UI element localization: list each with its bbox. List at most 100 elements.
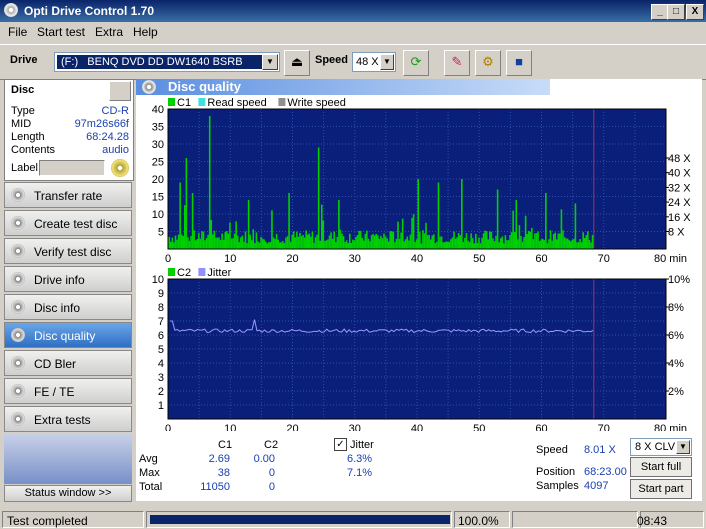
progress-bar: [146, 511, 452, 528]
maximize-button[interactable]: □: [667, 4, 685, 20]
close-button[interactable]: X: [686, 4, 704, 20]
samples-value: 4097: [584, 480, 609, 492]
nav-item-label: Verify test disc: [34, 245, 112, 259]
stats-avg-c1: 2.69: [208, 453, 230, 465]
legend-swatch: [198, 98, 206, 106]
title-bar: Opti Drive Control 1.70 _ □ X: [0, 0, 706, 22]
x-tick-label: 60: [535, 423, 547, 431]
y-tick-label: 20: [152, 174, 164, 186]
nav-item-label: Create test disc: [34, 217, 118, 231]
stats-c2-header: C2: [264, 439, 279, 451]
stats-avg-jitter: 6.3%: [347, 453, 373, 465]
y-tick-label: 10: [152, 274, 164, 286]
y-tick-label: 6: [158, 330, 164, 342]
stats-max-jitter: 7.1%: [347, 467, 373, 479]
nav-item-disc-info[interactable]: Disc info: [4, 294, 132, 320]
eraser-icon: ✎: [451, 54, 463, 69]
clv-select[interactable]: 8 X CLV ▼: [630, 438, 692, 456]
nav-item-create-test-disc[interactable]: Create test disc: [4, 210, 132, 236]
settings-button[interactable]: ⚙: [475, 50, 501, 76]
nav-item-extra-tests[interactable]: Extra tests: [4, 406, 132, 432]
nav-item-cd-bler[interactable]: CD Bler: [4, 350, 132, 376]
toolbar: Drive (F:) BENQ DVD DD DW1640 BSRB ▼ ⏏ S…: [0, 44, 706, 80]
y2-tick-label: 6%: [668, 330, 684, 342]
status-bar: Test completed 100.0% 08:43: [0, 510, 706, 529]
elapsed-time: 08:43: [636, 514, 667, 528]
menu-help[interactable]: Help: [133, 25, 158, 39]
y2-tick-label: 10%: [668, 274, 690, 286]
speed-label: Speed: [315, 54, 349, 66]
save-button[interactable]: ■: [506, 50, 532, 76]
legend-label: Write speed: [287, 97, 346, 109]
jitter-label: Jitter: [350, 439, 374, 451]
disc-quality-icon: [142, 80, 156, 94]
save-icon: ■: [515, 54, 523, 69]
status-window-button[interactable]: Status window >>: [4, 485, 132, 502]
nav-item-label: Transfer rate: [34, 189, 103, 203]
x-tick-label: 0: [165, 253, 171, 265]
panel-title: Disc quality: [168, 79, 241, 94]
nav-item-drive-info[interactable]: Drive info: [4, 266, 132, 292]
position-label: Position: [536, 466, 576, 478]
disc-info-panel: Disc Type CD-R MID 97m26s66f Length 68:2…: [4, 79, 134, 181]
disc-label-key: Label: [11, 162, 38, 174]
y-tick-label: 2: [158, 386, 164, 398]
disc-mid-value: 97m26s66f: [74, 118, 129, 130]
chevron-down-icon[interactable]: ▼: [380, 54, 394, 70]
speed-select[interactable]: 48 X ▼: [352, 52, 396, 72]
status-text-box: Test completed: [2, 511, 144, 528]
x-tick-label: 70: [598, 423, 610, 431]
y-tick-label: 7: [158, 316, 164, 328]
disc-label-icon[interactable]: [111, 159, 129, 177]
y2-tick-label: 8%: [668, 302, 684, 314]
disc-label-input[interactable]: [39, 160, 105, 176]
start-full-button[interactable]: Start full: [630, 457, 692, 477]
menu-start-test[interactable]: Start test: [37, 25, 85, 39]
chevron-down-icon[interactable]: ▼: [676, 440, 690, 454]
jitter-checkbox[interactable]: ✓: [334, 438, 347, 451]
legend-label: C1: [177, 97, 191, 109]
eject-button[interactable]: ⏏: [284, 50, 310, 76]
x-tick-label: 40: [411, 253, 423, 265]
nav-item-disc-quality[interactable]: Disc quality: [4, 322, 132, 348]
y2-tick-label: 8 X: [668, 227, 685, 239]
disc-contents-value: audio: [102, 144, 129, 156]
y-tick-label: 5: [158, 227, 164, 239]
nav-item-label: Disc quality: [34, 329, 96, 343]
x-tick-label: 30: [349, 253, 361, 265]
menu-file[interactable]: File: [8, 25, 27, 39]
stats-total-label: Total: [139, 481, 163, 493]
erase-button[interactable]: ✎: [444, 50, 470, 76]
status-text: Test completed: [7, 514, 88, 528]
nav-item-label: FE / TE: [34, 385, 75, 399]
y2-tick-label: 48 X: [668, 153, 691, 165]
drive-select[interactable]: (F:) BENQ DVD DD DW1640 BSRB ▼: [54, 52, 280, 72]
y-tick-label: 5: [158, 344, 164, 356]
y-tick-label: 40: [152, 104, 164, 116]
disc-type-key: Type: [11, 105, 35, 117]
stats-max-c1: 38: [217, 467, 230, 479]
x-tick-label: 80 min: [654, 423, 687, 431]
drive-select-value: (F:) BENQ DVD DD DW1640 BSRB: [61, 56, 243, 68]
refresh-button[interactable]: ⟳: [403, 50, 429, 76]
menu-extra[interactable]: Extra: [95, 25, 123, 39]
disc-panel-title: Disc: [11, 84, 35, 96]
nav-item-fe-te[interactable]: FE / TE: [4, 378, 132, 404]
legend-swatch: [278, 98, 286, 106]
y-tick-label: 8: [158, 302, 164, 314]
disc-icon: [11, 188, 25, 202]
nav-item-transfer-rate[interactable]: Transfer rate: [4, 182, 132, 208]
nav-item-label: Drive info: [34, 273, 85, 287]
refresh-icon: ⟳: [410, 54, 422, 69]
disc-length-value: 68:24.28: [86, 131, 129, 143]
start-part-button[interactable]: Start part: [630, 479, 692, 499]
y-tick-label: 4: [158, 358, 164, 370]
y-tick-label: 10: [152, 209, 164, 221]
disc-panel-button[interactable]: [109, 81, 131, 101]
y-tick-label: 35: [152, 122, 164, 134]
y2-tick-label: 2%: [668, 386, 684, 398]
nav-item-verify-test-disc[interactable]: Verify test disc: [4, 238, 132, 264]
disc-icon: [11, 216, 25, 230]
chevron-down-icon[interactable]: ▼: [262, 54, 278, 70]
legend-swatch: [198, 268, 206, 276]
